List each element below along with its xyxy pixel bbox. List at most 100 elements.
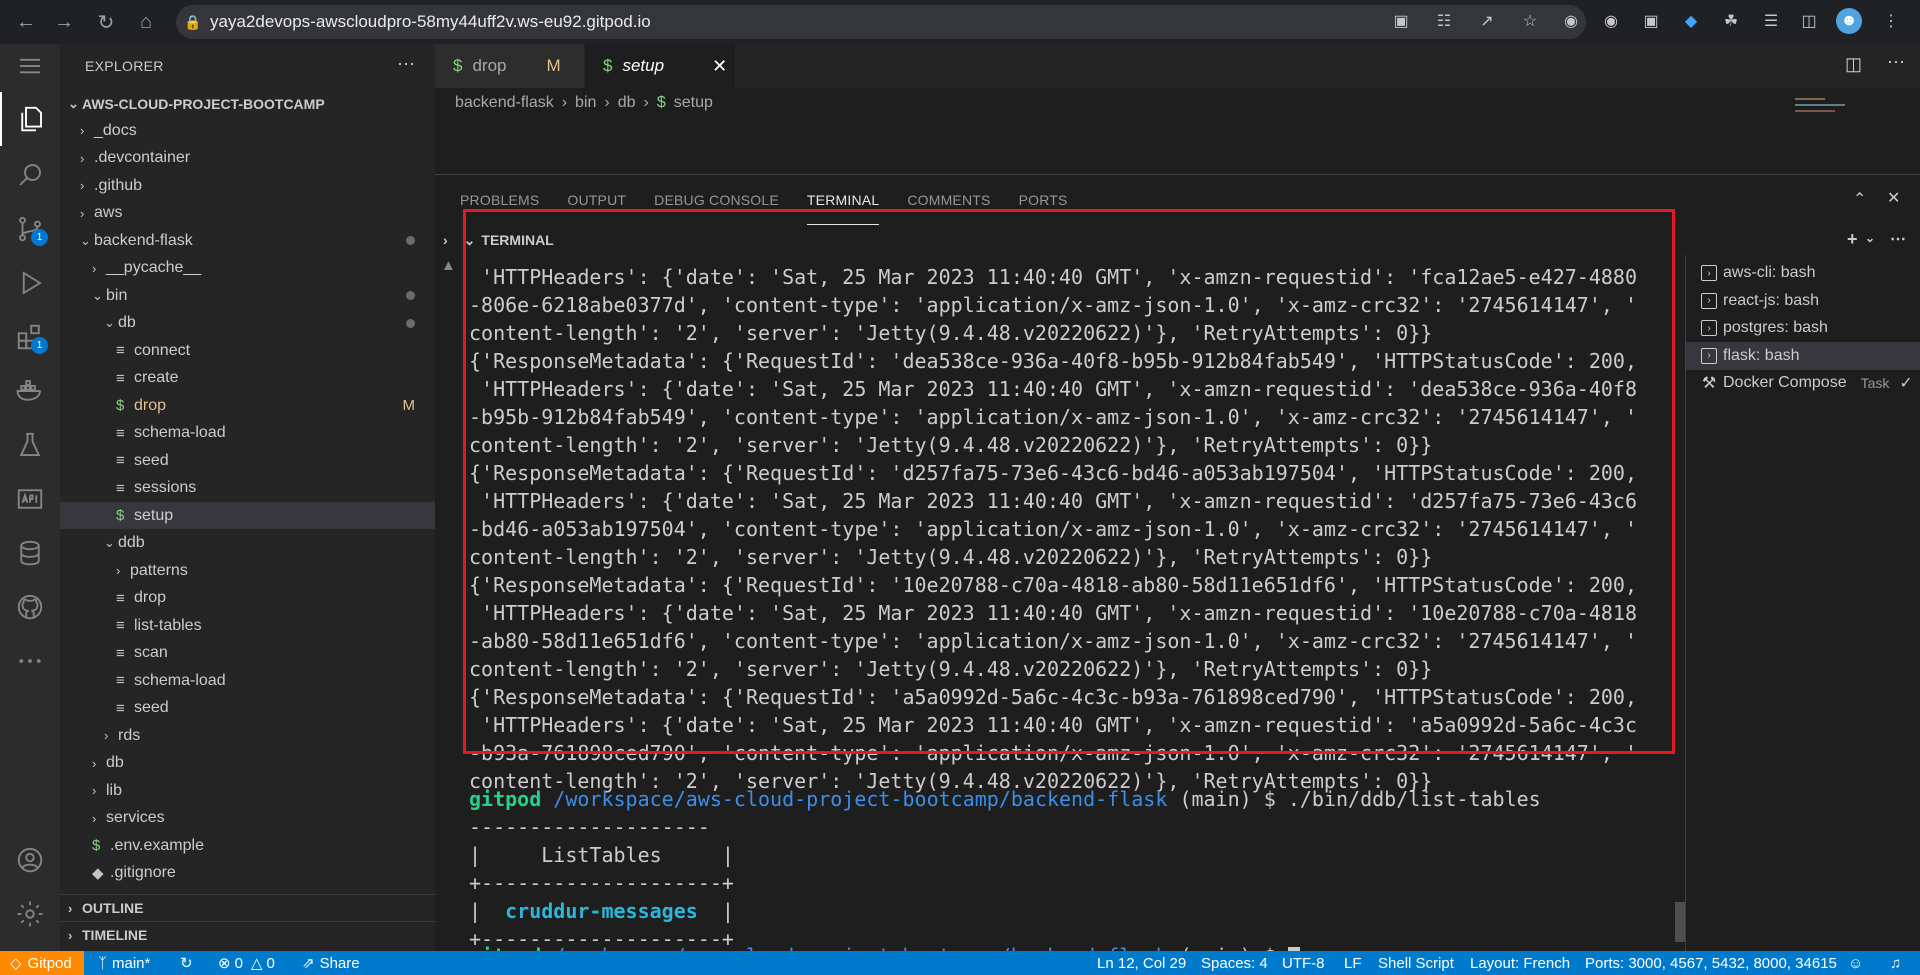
- more-icon[interactable]: [0, 634, 60, 688]
- profile-avatar[interactable]: ☻: [1836, 8, 1862, 34]
- branch-indicator[interactable]: ᛉ main*: [98, 951, 150, 975]
- search-icon[interactable]: [0, 148, 60, 202]
- tree-folder[interactable]: ⌄ ddb: [60, 530, 435, 557]
- keyboard-layout[interactable]: Layout: French: [1470, 951, 1570, 975]
- minimap[interactable]: [1795, 94, 1855, 118]
- chevron-right-icon[interactable]: ›: [443, 232, 448, 248]
- terminal-scrollbar[interactable]: [1675, 255, 1685, 952]
- side-panel-icon[interactable]: ◫: [1798, 10, 1820, 32]
- scroll-thumb[interactable]: [1675, 902, 1685, 942]
- tree-folder[interactable]: ⌄ backend-flask: [60, 227, 435, 254]
- back-icon[interactable]: ←: [8, 4, 44, 40]
- tree-folder[interactable]: › rds: [60, 722, 435, 749]
- cursor-position[interactable]: Ln 12, Col 29: [1097, 951, 1186, 975]
- terminal-list-item[interactable]: ⚒ Docker Compose Task ✓: [1686, 369, 1920, 397]
- github-icon[interactable]: [0, 580, 60, 634]
- tab-drop[interactable]: $ drop M: [435, 44, 585, 88]
- notifications-bell-icon[interactable]: ♫: [1890, 951, 1901, 975]
- tree-folder[interactable]: › patterns: [60, 557, 435, 584]
- camera-blocked-icon[interactable]: ▣: [1390, 10, 1412, 32]
- api-icon[interactable]: [0, 472, 60, 526]
- extensions-icon[interactable]: 1: [0, 310, 60, 364]
- explorer-icon[interactable]: [0, 92, 60, 146]
- tree-folder[interactable]: › aws: [60, 200, 435, 227]
- language-mode[interactable]: Shell Script: [1378, 951, 1454, 975]
- menu-icon[interactable]: [0, 44, 60, 88]
- maximize-panel-icon[interactable]: ⌃: [1853, 189, 1866, 209]
- terminal-list-item[interactable]: › postgres: bash: [1686, 314, 1920, 342]
- settings-gear-icon[interactable]: [0, 887, 60, 941]
- tree-file[interactable]: ≡ scan: [60, 640, 435, 667]
- tree-file[interactable]: $ drop M: [60, 392, 435, 419]
- puzzle-icon[interactable]: ☘: [1720, 10, 1742, 32]
- ellipsis-icon[interactable]: ⋯: [397, 54, 415, 75]
- tree-file[interactable]: ≡ seed: [60, 695, 435, 722]
- tree-folder[interactable]: ⌄ bin: [60, 282, 435, 309]
- breadcrumb-item[interactable]: db: [618, 94, 636, 112]
- run-debug-icon[interactable]: [0, 256, 60, 310]
- bookmark-star-icon[interactable]: ☆: [1519, 10, 1541, 32]
- extension-icon[interactable]: ▣: [1640, 10, 1662, 32]
- tree-file[interactable]: ≡ schema-load: [60, 420, 435, 447]
- extension-icon[interactable]: ◆: [1680, 10, 1702, 32]
- tree-folder[interactable]: ⌄ db: [60, 310, 435, 337]
- tree-folder[interactable]: › .github: [60, 172, 435, 199]
- sync-icon[interactable]: ↻: [180, 951, 193, 975]
- new-terminal-icon[interactable]: +: [1847, 229, 1858, 250]
- tree-file[interactable]: ≡ drop: [60, 585, 435, 612]
- problems-indicator[interactable]: ⊗ 0 △ 0: [218, 951, 275, 975]
- terminal-list-item[interactable]: › react-js: bash: [1686, 287, 1920, 315]
- tree-folder[interactable]: › lib: [60, 777, 435, 804]
- share-button[interactable]: ⇗ Share: [302, 951, 360, 975]
- tree-folder[interactable]: › __pycache__: [60, 255, 435, 282]
- indentation[interactable]: Spaces: 4: [1201, 951, 1268, 975]
- tree-file[interactable]: ≡ list-tables: [60, 612, 435, 639]
- account-icon[interactable]: [0, 833, 60, 887]
- tree-file[interactable]: ≡ schema-load: [60, 667, 435, 694]
- terminal-list-item[interactable]: › aws-cli: bash: [1686, 259, 1920, 287]
- chevron-down-icon[interactable]: ⌄: [1865, 231, 1875, 245]
- kebab-menu-icon[interactable]: ⋮: [1880, 10, 1902, 32]
- tree-folder[interactable]: › _docs: [60, 117, 435, 144]
- line-ending[interactable]: LF: [1344, 951, 1362, 975]
- split-editor-icon[interactable]: ◫: [1845, 54, 1862, 75]
- feedback-icon[interactable]: ☺: [1848, 951, 1863, 975]
- tree-folder[interactable]: › .devcontainer: [60, 145, 435, 172]
- extension-icon[interactable]: ◉: [1560, 10, 1582, 32]
- tree-file[interactable]: $ .env.example: [60, 832, 435, 859]
- address-bar[interactable]: 🔒 yaya2devops-awscloudpro-58my44uff2v.ws…: [176, 5, 1586, 39]
- docker-icon[interactable]: [0, 364, 60, 418]
- translate-icon[interactable]: ☷: [1433, 10, 1455, 32]
- database-icon[interactable]: [0, 526, 60, 580]
- tree-file[interactable]: ◆ .gitignore: [60, 860, 435, 887]
- tree-file[interactable]: ≡ connect: [60, 337, 435, 364]
- terminal-more-icon[interactable]: ⋯: [1890, 229, 1906, 249]
- breadcrumb-item[interactable]: bin: [575, 94, 596, 112]
- tree-file[interactable]: ≡ sessions: [60, 475, 435, 502]
- close-panel-icon[interactable]: ✕: [1887, 188, 1900, 208]
- timeline-section[interactable]: › TIMELINE: [60, 921, 435, 948]
- tree-file[interactable]: ≡ create: [60, 365, 435, 392]
- more-actions-icon[interactable]: ⋯: [1887, 52, 1905, 73]
- forward-icon[interactable]: →: [46, 4, 82, 40]
- tree-folder[interactable]: › services: [60, 805, 435, 832]
- testing-flask-icon[interactable]: [0, 418, 60, 472]
- encoding[interactable]: UTF-8: [1282, 951, 1325, 975]
- breadcrumb-item[interactable]: setup: [674, 94, 713, 112]
- close-icon[interactable]: ✕: [712, 56, 727, 77]
- outline-section[interactable]: › OUTLINE: [60, 894, 435, 921]
- tab-setup[interactable]: $ setup ✕: [585, 44, 735, 88]
- home-icon[interactable]: ⌂: [128, 4, 164, 40]
- explorer-root[interactable]: ⌄ AWS-CLOUD-PROJECT-BOOTCAMP: [60, 90, 435, 117]
- tree-file[interactable]: ≡ seed: [60, 447, 435, 474]
- tree-folder[interactable]: › db: [60, 750, 435, 777]
- tree-file[interactable]: $ setup: [60, 502, 435, 529]
- terminal-list-item[interactable]: › flask: bash: [1686, 341, 1920, 370]
- gitpod-button[interactable]: ◇ Gitpod: [0, 951, 84, 975]
- ports-indicator[interactable]: Ports: 3000, 4567, 5432, 8000, 34615: [1585, 951, 1837, 975]
- media-list-icon[interactable]: ☰: [1760, 10, 1782, 32]
- reload-icon[interactable]: ↻: [88, 4, 124, 40]
- breadcrumb-item[interactable]: backend-flask: [455, 94, 554, 112]
- share-page-icon[interactable]: ↗: [1476, 10, 1498, 32]
- source-control-icon[interactable]: 1: [0, 202, 60, 256]
